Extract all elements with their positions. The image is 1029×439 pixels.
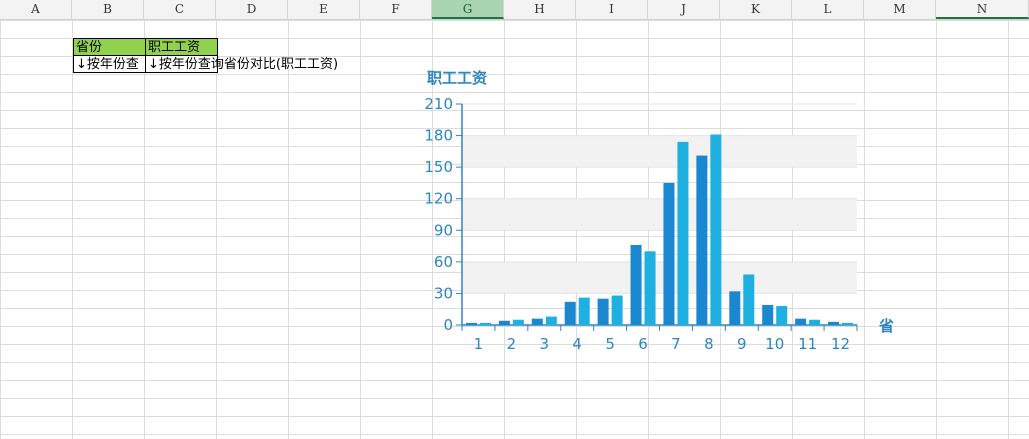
bar-series2-cat10[interactable]	[776, 306, 788, 325]
x-axis-title: 省	[878, 317, 894, 335]
grid-band	[462, 198, 857, 231]
bar-series2-cat12[interactable]	[842, 322, 854, 325]
x-tick-label: 4	[572, 335, 582, 353]
bar-series2-cat1[interactable]	[479, 322, 491, 325]
bar-series1-cat9[interactable]	[729, 291, 741, 325]
x-tick-label: 1	[474, 335, 484, 353]
x-tick-label: 11	[798, 335, 817, 353]
y-tick-label: 180	[424, 127, 453, 145]
x-tick-label: 2	[507, 335, 517, 353]
bar-series2-cat7[interactable]	[677, 141, 689, 325]
x-tick-label: 8	[704, 335, 714, 353]
grid-band	[462, 261, 857, 294]
y-tick-label: 0	[443, 316, 453, 334]
y-tick-label: 90	[434, 221, 453, 239]
bar-series1-cat2[interactable]	[498, 320, 510, 325]
bar-series1-cat8[interactable]	[696, 155, 708, 325]
bar-series2-cat3[interactable]	[545, 316, 557, 325]
bar-series2-cat6[interactable]	[644, 251, 656, 325]
bar-series2-cat11[interactable]	[809, 319, 821, 325]
y-tick-label: 210	[424, 95, 453, 113]
bar-series1-cat3[interactable]	[531, 318, 543, 325]
y-tick-label: 60	[434, 253, 453, 271]
bar-series2-cat4[interactable]	[578, 297, 590, 325]
x-tick-label: 9	[737, 335, 747, 353]
bar-series2-cat9[interactable]	[743, 274, 755, 325]
y-tick-label: 150	[424, 158, 453, 176]
y-tick-label: 30	[434, 284, 453, 302]
bar-series1-cat1[interactable]	[465, 322, 477, 325]
bar-series1-cat4[interactable]	[564, 301, 576, 325]
chart-title: 职工工资	[427, 69, 487, 87]
bar-chart[interactable]: 03060901201501802101 2 3 4 5 6 7 8 9 10 11 12职工工资省	[0, 0, 1029, 439]
bar-series2-cat5[interactable]	[611, 295, 623, 325]
grid-band	[462, 135, 857, 168]
x-tick-label: 7	[671, 335, 681, 353]
bar-series2-cat2[interactable]	[512, 319, 524, 325]
x-tick-label: 12	[831, 335, 850, 353]
x-tick-label: 5	[605, 335, 615, 353]
bar-series1-cat5[interactable]	[597, 298, 609, 325]
bar-series2-cat8[interactable]	[710, 134, 722, 325]
y-tick-label: 120	[424, 190, 453, 208]
bar-series1-cat6[interactable]	[630, 245, 642, 325]
bar-series1-cat11[interactable]	[795, 318, 807, 325]
bar-series1-cat7[interactable]	[663, 182, 675, 325]
x-tick-label: 10	[765, 335, 784, 353]
bar-series1-cat10[interactable]	[762, 305, 774, 325]
x-tick-label: 6	[638, 335, 648, 353]
bar-series1-cat12[interactable]	[828, 321, 840, 325]
x-tick-label: 3	[540, 335, 550, 353]
